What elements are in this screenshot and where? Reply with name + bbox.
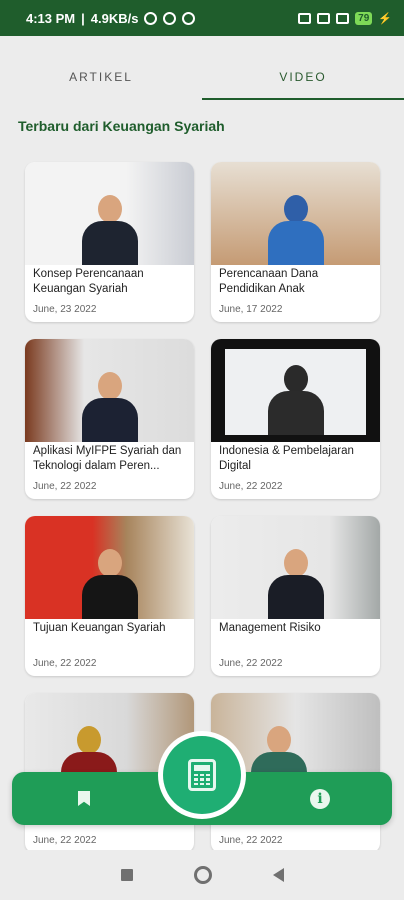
video-date: June, 22 2022 xyxy=(33,481,97,492)
sim-icon xyxy=(298,12,312,24)
video-card[interactable]: Indonesia & Pembelajaran Digital June, 2… xyxy=(211,339,380,499)
charging-icon: ⚡ xyxy=(378,12,392,25)
app-notification-icon xyxy=(182,11,196,25)
tab-video[interactable]: VIDEO xyxy=(202,36,404,100)
bookmark-button[interactable] xyxy=(54,772,114,825)
video-date: June, 17 2022 xyxy=(219,304,283,315)
alarm-icon xyxy=(144,11,158,25)
video-card[interactable]: Tujuan Keuangan Syariah June, 22 2022 xyxy=(25,516,194,676)
video-date: June, 22 2022 xyxy=(219,835,283,846)
tab-artikel[interactable]: ARTIKEL xyxy=(0,36,202,100)
video-thumbnail xyxy=(25,162,194,265)
back-button[interactable] xyxy=(272,868,284,882)
battery-indicator: 79 xyxy=(355,11,373,25)
status-bar: 4:13 PM | 4.9KB/s 79 ⚡ xyxy=(0,0,404,36)
video-thumbnail xyxy=(211,339,380,442)
wifi-icon xyxy=(336,12,350,24)
video-thumbnail xyxy=(25,339,194,442)
info-button[interactable]: i xyxy=(290,772,350,825)
video-card[interactable]: Management Risiko June, 22 2022 xyxy=(211,516,380,676)
video-thumbnail xyxy=(211,516,380,619)
section-title: Terbaru dari Keuangan Syariah xyxy=(18,118,225,134)
video-title: Perencanaan Dana Pendidikan Anak xyxy=(219,268,319,295)
video-date: June, 22 2022 xyxy=(33,835,97,846)
whatsapp-icon xyxy=(163,11,177,25)
bookmark-icon xyxy=(78,791,90,806)
status-network-speed: 4.9KB/s xyxy=(90,10,139,26)
video-title: Konsep Perencanaan Keuangan Syariah xyxy=(33,268,144,295)
info-icon: i xyxy=(310,788,330,809)
video-thumbnail xyxy=(211,162,380,265)
status-time: 4:13 PM xyxy=(26,10,76,26)
video-date: June, 22 2022 xyxy=(219,481,283,492)
video-title: Tujuan Keuangan Syariah xyxy=(33,622,166,634)
video-card[interactable]: Aplikasi MyIFPE Syariah dan Teknologi da… xyxy=(25,339,194,499)
system-navigation-bar xyxy=(0,850,404,900)
video-card[interactable]: Perencanaan Dana Pendidikan Anak June, 1… xyxy=(211,162,380,322)
calculator-icon xyxy=(188,759,216,791)
recent-apps-button[interactable] xyxy=(120,869,133,881)
signal-icon xyxy=(317,12,331,24)
calculator-button[interactable] xyxy=(163,736,241,814)
video-title: Management Risiko xyxy=(219,622,321,634)
video-title: Indonesia & Pembelajaran Digital xyxy=(219,445,354,472)
video-title: Aplikasi MyIFPE Syariah dan Teknologi da… xyxy=(33,445,182,472)
home-button[interactable] xyxy=(193,866,212,884)
video-thumbnail xyxy=(25,516,194,619)
video-date: June, 22 2022 xyxy=(33,658,97,669)
tab-bar: ARTIKEL VIDEO xyxy=(0,36,404,100)
video-date: June, 22 2022 xyxy=(219,658,283,669)
video-date: June, 23 2022 xyxy=(33,304,97,315)
video-card[interactable]: Konsep Perencanaan Keuangan Syariah June… xyxy=(25,162,194,322)
